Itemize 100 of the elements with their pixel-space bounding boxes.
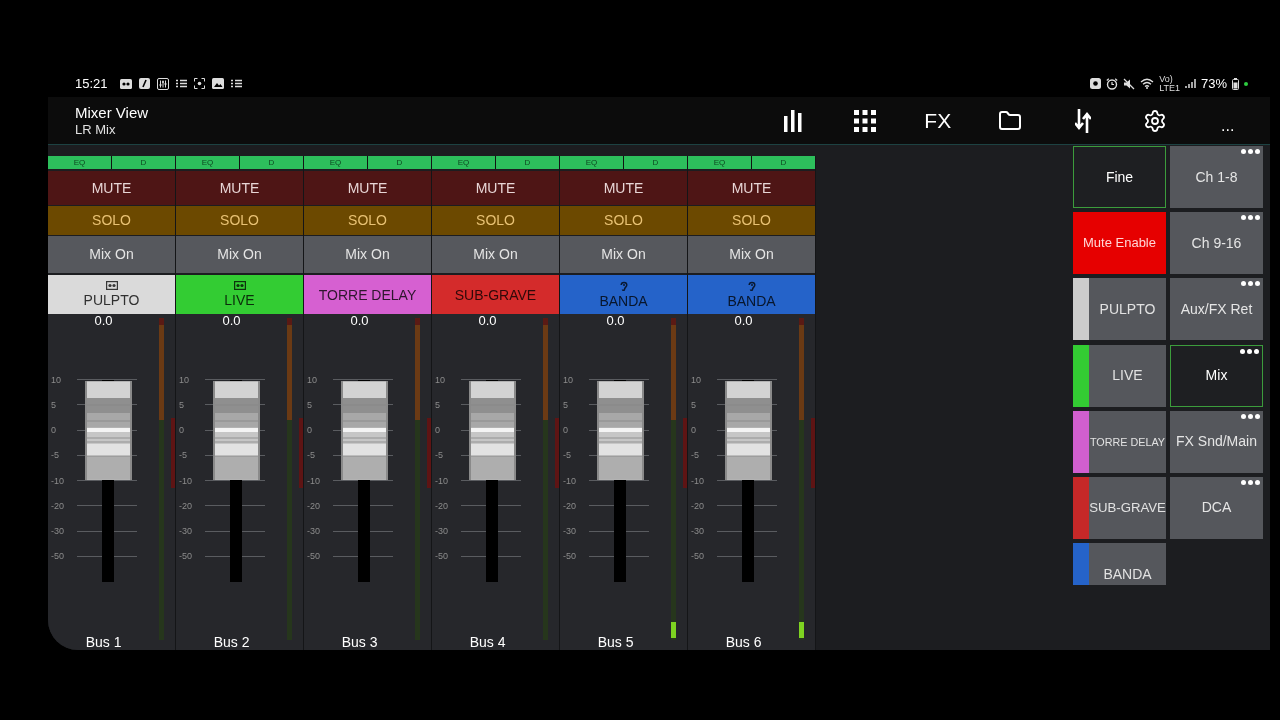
mix-on-button[interactable]: Mix On [176,236,303,273]
fader-value: 0.0 [350,314,369,327]
wifi-icon [1140,78,1155,89]
scale-label: -5 [562,450,572,461]
processing-indicator[interactable]: EQ [432,156,495,169]
ear-icon [747,280,756,291]
scale-label: 10 [178,374,190,385]
mix-on-button[interactable]: Mix On [432,236,559,273]
mute-enable-button[interactable]: Mute Enable [1073,212,1166,275]
mute-button[interactable]: MUTE [560,171,687,205]
processing-indicator[interactable]: D [240,156,303,169]
name-plate[interactable]: BANDA [560,275,687,314]
name-plate[interactable]: PULPTO [48,275,175,314]
more-dots-icon [1241,215,1260,221]
fader-knob[interactable] [724,380,772,480]
reduction-meter [683,418,687,488]
fader-value: 0.0 [478,314,497,327]
mute-button[interactable]: MUTE [688,171,815,205]
view-title: Mixer View [75,103,149,122]
scale-label: 5 [434,399,441,410]
fx-button[interactable]: FX [901,98,974,143]
list-icon [175,79,187,88]
fader-value: 0.0 [222,314,241,327]
bus-label: Bus 5 [597,634,634,650]
scale-label: 0 [562,425,569,436]
sliders-icon [156,77,169,90]
image-icon [211,78,224,89]
mix-on-button[interactable]: Mix On [560,236,687,273]
bank-tile[interactable]: Ch 9-16 [1170,212,1263,275]
bar-chart-icon [783,109,802,132]
mix-on-button[interactable]: Mix On [48,236,175,273]
mix-on-button[interactable]: Mix On [304,236,431,273]
mute-button[interactable]: MUTE [432,171,559,205]
processing-indicator[interactable]: D [112,156,175,169]
scan-icon [193,78,205,89]
scale-label: 10 [434,374,446,385]
solo-button[interactable]: SOLO [560,206,687,235]
bank-tile[interactable]: FX Snd/Main [1170,410,1263,473]
processing-indicator[interactable]: EQ [688,156,751,169]
fader-knob[interactable] [340,380,388,480]
fader-knob[interactable] [468,380,516,480]
bank-tile[interactable]: Aux/FX Ret [1170,278,1263,341]
app-icon [138,78,150,89]
fader-knob[interactable] [596,380,644,480]
fine-toggle[interactable]: Fine [1073,146,1166,208]
solo-button[interactable]: SOLO [176,206,303,235]
name-plate[interactable]: LIVE [176,275,303,314]
processing-indicator[interactable]: D [624,156,687,169]
mute-button[interactable]: MUTE [304,171,431,205]
solo-button[interactable]: SOLO [688,206,815,235]
name-plate[interactable]: TORRE DELAY [304,275,431,314]
solo-button[interactable]: SOLO [432,206,559,235]
scale-label: -10 [306,475,321,486]
solo-button[interactable]: SOLO [304,206,431,235]
scale-label: 10 [50,374,62,385]
tape-icon [119,78,132,89]
name-plate[interactable]: BANDA [688,275,815,314]
group-tile[interactable]: PULPTO [1073,278,1166,341]
scale-label: 0 [690,425,697,436]
mix-on-button[interactable]: Mix On [688,236,815,273]
more-dots-icon [1241,281,1260,287]
mute-button[interactable]: MUTE [48,171,175,205]
bank-tile[interactable]: Ch 1-8 [1170,146,1263,208]
mute-icon [1123,77,1136,90]
scale-label: -30 [434,526,449,537]
scale-label: -30 [50,526,65,537]
group-tile[interactable]: LIVE [1073,344,1166,407]
camera-icon [1090,78,1102,89]
network-type-label: Vo) [1159,74,1173,84]
group-tile[interactable]: SUB-GRAVE [1073,476,1166,539]
name-plate[interactable]: SUB-GRAVE [432,275,559,314]
ear-icon [619,280,628,291]
processing-indicator[interactable]: D [752,156,815,169]
scale-label: -30 [690,526,705,537]
fader-knob[interactable] [84,380,132,480]
bank-tile[interactable]: Mix [1170,344,1263,407]
processing-indicator[interactable]: EQ [48,156,111,169]
scale-label: -30 [562,526,577,537]
bank-tile[interactable]: DCA [1170,476,1263,539]
mute-button[interactable]: MUTE [176,171,303,205]
group-tile[interactable]: BANDA [1073,543,1166,585]
reduction-meter [555,418,559,488]
fader-knob[interactable] [212,380,260,480]
channel-name: BANDA [727,292,776,309]
scale-label: -20 [178,500,193,511]
channel-name: PULPTO [83,292,140,308]
processing-indicator[interactable]: D [368,156,431,169]
more-button[interactable]: ... [1191,98,1264,143]
processing-indicator[interactable]: D [496,156,559,169]
processing-indicator[interactable]: EQ [176,156,239,169]
processing-indicator[interactable]: EQ [304,156,367,169]
group-tile[interactable]: TORRE DELAY [1073,410,1166,473]
network-type-label: LTE1 [1159,83,1180,93]
scale-label: 0 [178,425,185,436]
scale-label: 5 [690,399,697,410]
solo-button[interactable]: SOLO [48,206,175,235]
reduction-meter [171,418,175,488]
scale-label: -20 [306,500,321,511]
list-icon [230,79,242,88]
processing-indicator[interactable]: EQ [560,156,623,169]
